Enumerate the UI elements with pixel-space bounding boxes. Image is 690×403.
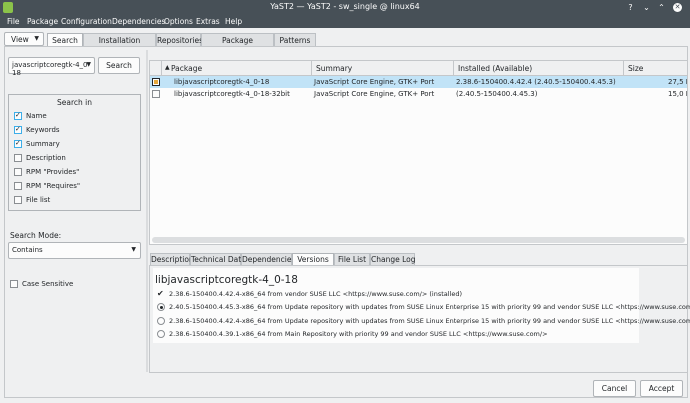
search-mode-select[interactable]: Contains ▼ [8, 242, 141, 259]
table-row[interactable]: libjavascriptcoregtk-4_0-18-32bit JavaSc… [150, 88, 687, 100]
checkbox[interactable] [14, 139, 22, 148]
check-icon: ✔ [157, 289, 164, 298]
close-icon[interactable]: ✕ [673, 3, 682, 12]
chevron-down-icon: ▼ [34, 35, 39, 42]
cancel-button[interactable]: Cancel [593, 380, 636, 397]
package-version: (2.40.5-150400.4.45.3) [456, 90, 538, 98]
checkbox[interactable] [14, 154, 22, 162]
title-bar: YaST2 — YaST2 - sw_single @ linux64 ? ⌄ … [0, 0, 690, 15]
package-name: libjavascriptcoregtk-4_0-18-32bit [174, 90, 290, 98]
tab-package-classification[interactable]: Package Classification [201, 33, 274, 54]
column-header-summary[interactable]: Summary [312, 61, 454, 76]
package-version: 2.38.6-150400.4.42.4 (2.40.5-150400.4.45… [456, 78, 616, 86]
menu-file[interactable]: File [7, 17, 20, 26]
package-status-icon[interactable] [152, 90, 160, 98]
panel-splitter[interactable] [146, 50, 148, 372]
menu-configuration[interactable]: Configuration [61, 17, 112, 26]
checkbox[interactable] [14, 111, 22, 120]
radio-button[interactable] [157, 317, 165, 325]
status-column-header[interactable] [150, 61, 162, 76]
menu-help[interactable]: Help [225, 17, 242, 26]
view-menu-button[interactable]: View ▼ [4, 32, 44, 46]
tab-repositories[interactable]: Repositories [156, 33, 203, 46]
search-mode-label: Search Mode: [10, 231, 62, 240]
checkbox[interactable] [14, 182, 22, 190]
package-summary: JavaScript Core Engine, GTK+ Port [314, 78, 435, 86]
radio-button[interactable] [157, 303, 165, 311]
maximize-icon[interactable]: ⌃ [657, 3, 666, 12]
radio-button[interactable] [157, 330, 165, 338]
help-icon[interactable]: ? [626, 3, 635, 12]
search-mode-value: Contains [12, 246, 43, 254]
accept-button[interactable]: Accept [640, 380, 683, 397]
horizontal-scrollbar[interactable] [152, 237, 685, 243]
package-size: 15,0 M [668, 90, 687, 98]
tab-dependencies[interactable]: Dependencies [241, 253, 295, 265]
chevron-down-icon: ▼ [131, 246, 136, 253]
tab-installation-summary[interactable]: Installation Summary [83, 33, 156, 54]
versions-package-name: libjavascriptcoregtk-4_0-18 [155, 274, 298, 286]
package-table: ▲ Package Summary Installed (Available) … [149, 60, 688, 245]
search-in-title: Search in [57, 98, 92, 107]
search-in-group: Search in Name Keywords Summary Descript… [8, 94, 141, 211]
column-header-size[interactable]: Size [624, 61, 687, 76]
tab-change-log[interactable]: Change Log [370, 253, 416, 265]
minimize-icon[interactable]: ⌄ [642, 3, 651, 12]
table-row[interactable]: libjavascriptcoregtk-4_0-18 JavaScript C… [150, 76, 687, 88]
versions-content: libjavascriptcoregtk-4_0-18 ✔ 2.38.6-150… [153, 268, 690, 343]
tab-versions[interactable]: Versions [292, 253, 334, 265]
versions-panel: libjavascriptcoregtk-4_0-18 ✔ 2.38.6-150… [149, 265, 690, 373]
window-title: YaST2 — YaST2 - sw_single @ linux64 [270, 2, 420, 11]
main-tab-bar: View ▼ Search Installation Summary Repos… [0, 30, 690, 54]
search-button[interactable]: Search [98, 57, 140, 74]
column-header-package[interactable]: ▲ Package [162, 61, 312, 76]
menu-extras[interactable]: Extras [196, 17, 220, 26]
tab-description[interactable]: Description [150, 253, 194, 265]
menu-options[interactable]: Options [164, 17, 193, 26]
checkbox[interactable] [14, 125, 22, 134]
tab-patterns[interactable]: Patterns [274, 33, 316, 46]
checkbox[interactable] [14, 168, 22, 176]
menu-package[interactable]: Package [27, 17, 58, 26]
package-name: libjavascriptcoregtk-4_0-18 [174, 78, 270, 86]
checkbox[interactable] [10, 280, 18, 288]
checkbox[interactable] [14, 196, 22, 204]
chevron-up-icon: ▲ [165, 64, 170, 71]
chevron-down-icon[interactable]: ▼ [86, 61, 91, 68]
tab-technical-data[interactable]: Technical Data [190, 253, 246, 265]
menu-bar: File Package Configuration Dependencies … [0, 15, 690, 28]
view-label: View [11, 35, 29, 44]
search-input[interactable]: javascriptcoregtk-4_0-18 ▼ [8, 57, 95, 77]
tab-search[interactable]: Search [47, 33, 83, 46]
tab-file-list[interactable]: File List [334, 253, 370, 265]
package-status-icon[interactable] [152, 78, 160, 86]
package-size: 27,5 M [668, 78, 687, 86]
case-sensitive-label: Case Sensitive [22, 280, 74, 288]
menu-dependencies[interactable]: Dependencies [112, 17, 165, 26]
column-header-installed[interactable]: Installed (Available) [454, 61, 624, 76]
package-summary: JavaScript Core Engine, GTK+ Port [314, 90, 435, 98]
